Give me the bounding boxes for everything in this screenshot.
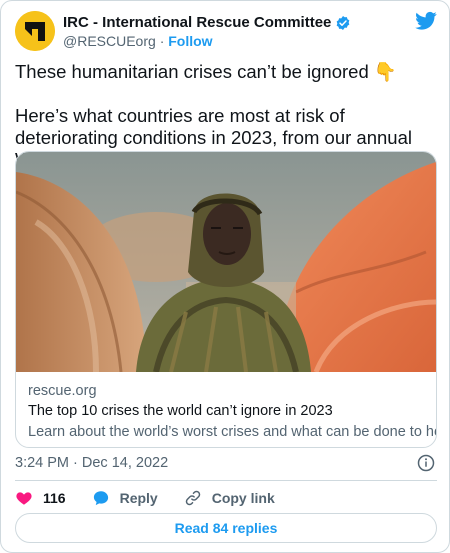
like-button[interactable]: 116: [15, 489, 66, 507]
twitter-bird-icon[interactable]: [415, 11, 437, 31]
link-domain: rescue.org: [28, 383, 97, 399]
link-meta: rescue.org The top 10 crises the world c…: [28, 382, 437, 442]
link-description: Learn about the world’s worst crises and…: [28, 424, 437, 440]
copy-link-label: Copy link: [211, 490, 275, 506]
read-replies-button[interactable]: Read 84 replies: [15, 513, 437, 543]
preview-photo[interactable]: [16, 152, 436, 372]
verified-badge-icon: [337, 15, 350, 30]
author-name-row[interactable]: IRC - International Rescue Committee: [63, 14, 351, 31]
avatar[interactable]: [15, 11, 55, 51]
copy-link-button[interactable]: Copy link: [184, 489, 275, 507]
follow-button[interactable]: Follow: [168, 33, 212, 49]
link-icon: [185, 490, 200, 506]
link-title: The top 10 crises the world can’t ignore…: [28, 403, 333, 419]
info-icon[interactable]: [417, 454, 435, 472]
separator: ·: [159, 33, 165, 49]
irc-logo-icon: [15, 11, 55, 51]
heart-icon: [16, 492, 32, 505]
link-preview-card[interactable]: rescue.org The top 10 crises the world c…: [15, 151, 437, 448]
tweet-line-1: These humanitarian crises can’t be ignor…: [15, 61, 397, 82]
reply-label: Reply: [119, 490, 158, 506]
author-handle-row: @RESCUEorg · Follow: [63, 33, 213, 49]
tweet-header: IRC - International Rescue Committee @RE…: [15, 11, 437, 51]
like-count: 116: [43, 490, 66, 506]
reply-bubble-icon: [93, 491, 108, 506]
action-bar: 116 Reply Copy link: [15, 487, 301, 509]
divider: [15, 480, 437, 481]
tweet-timestamp[interactable]: 3:24 PM · Dec 14, 2022: [15, 455, 168, 471]
tweet-card: IRC - International Rescue Committee @RE…: [0, 0, 450, 553]
reply-button[interactable]: Reply: [92, 489, 158, 507]
author-handle[interactable]: @RESCUEorg: [63, 33, 156, 49]
author-name[interactable]: IRC - International Rescue Committee: [63, 14, 331, 31]
